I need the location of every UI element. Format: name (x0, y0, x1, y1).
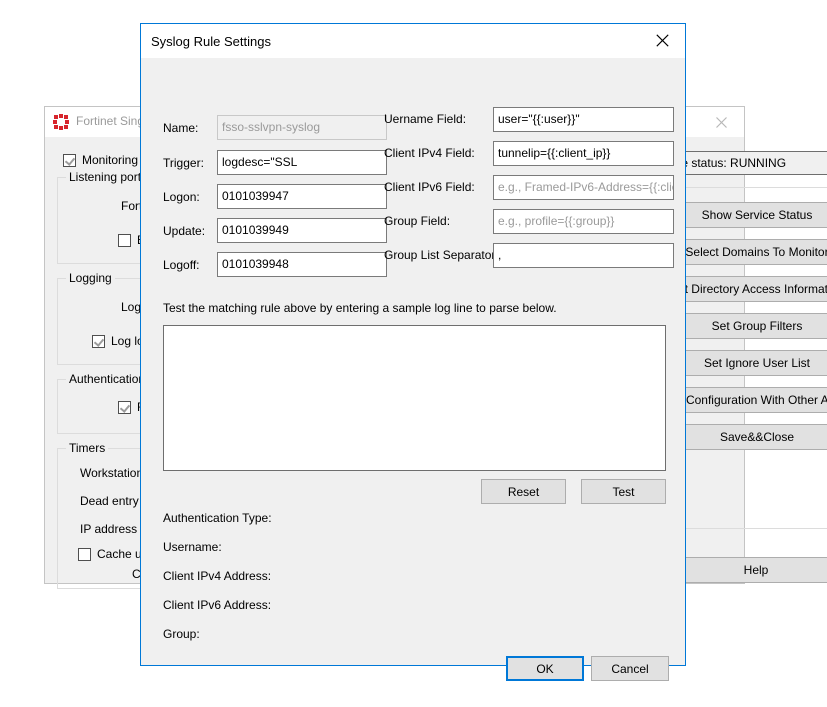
group-list-separator-input[interactable]: , (493, 243, 674, 268)
test-button[interactable]: Test (581, 479, 666, 504)
group-field-label: Group Field: (384, 214, 451, 228)
ok-button[interactable]: OK (506, 656, 584, 681)
listening-ports-legend: Listening ports (66, 170, 151, 184)
username-field-input[interactable]: user="{{:user}}" (493, 107, 674, 132)
dialog-body: Name: fsso-sslvpn-syslog Trigger: logdes… (141, 58, 685, 681)
fortinet-logo-icon (53, 114, 69, 130)
checkbox-icon (118, 400, 131, 414)
syslog-rule-settings-dialog[interactable]: Syslog Rule Settings Name: fsso-sslvpn-s… (140, 23, 686, 681)
timers-legend: Timers (66, 441, 109, 455)
logon-label: Logon: (163, 190, 200, 204)
logon-input[interactable]: 0101039947 (217, 184, 387, 209)
dialog-close-button[interactable] (639, 24, 685, 57)
trigger-label: Trigger: (163, 156, 204, 170)
client-ipv6-field-label: Client IPv6 Field: (384, 180, 475, 194)
checkbox-icon (63, 153, 76, 167)
result-client-ipv4-label: Client IPv4 Address: (163, 569, 272, 583)
result-client-ipv6-label: Client IPv6 Address: (163, 598, 272, 612)
result-authentication-type-label: Authentication Type: (163, 511, 272, 525)
client-ipv4-field-input[interactable]: tunnelip={{:client_ip}} (493, 141, 674, 166)
logging-legend: Logging (66, 271, 115, 285)
test-hint-text: Test the matching rule above by entering… (163, 301, 557, 315)
trigger-input[interactable]: logdesc="SSL (217, 150, 387, 175)
checkbox-icon (92, 334, 105, 348)
logoff-input[interactable]: 0101039948 (217, 252, 387, 277)
client-ipv6-field-input[interactable]: e.g., Framed-IPv6-Address={{:client_ip}} (493, 175, 674, 200)
dialog-title: Syslog Rule Settings (151, 34, 271, 49)
update-input[interactable]: 0101039949 (217, 218, 387, 243)
group-field-input[interactable]: e.g., profile={{:group}} (493, 209, 674, 234)
close-icon (655, 34, 669, 47)
reset-button[interactable]: Reset (481, 479, 566, 504)
result-group-label: Group: (163, 627, 200, 641)
name-input[interactable]: fsso-sslvpn-syslog (217, 115, 387, 140)
name-label: Name: (163, 121, 199, 135)
username-field-label: Uername Field: (384, 112, 467, 126)
cancel-button[interactable]: Cancel (591, 656, 669, 681)
update-label: Update: (163, 224, 206, 238)
sample-log-textarea[interactable] (163, 325, 666, 471)
checkbox-icon (78, 547, 91, 561)
authentication-legend: Authentication (66, 372, 149, 386)
close-icon (715, 116, 727, 128)
group-list-separator-label: Group List Separator: (384, 248, 499, 262)
result-username-label: Username: (163, 540, 222, 554)
checkbox-icon (118, 233, 131, 247)
close-button[interactable] (698, 107, 744, 137)
logoff-label: Logoff: (163, 258, 200, 272)
dialog-titlebar[interactable]: Syslog Rule Settings (141, 24, 685, 58)
client-ipv4-field-label: Client IPv4 Field: (384, 146, 475, 160)
